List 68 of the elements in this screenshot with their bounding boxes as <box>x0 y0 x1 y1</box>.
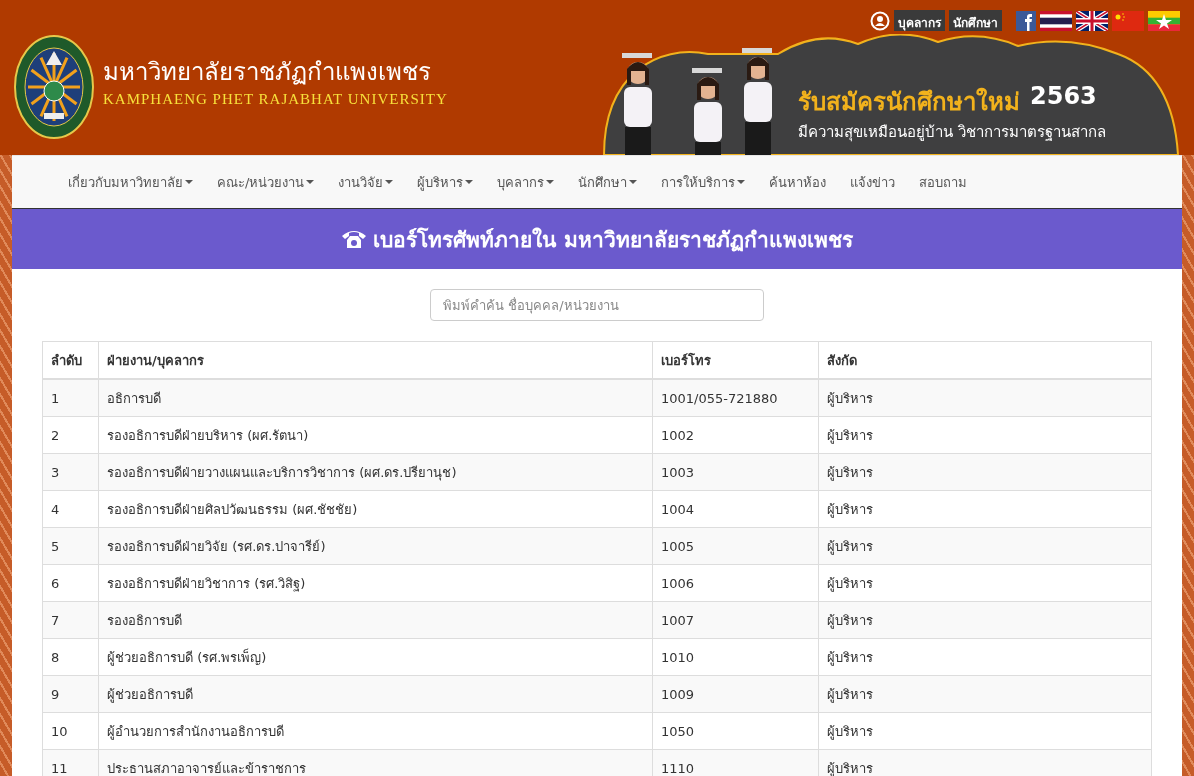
university-name: มหาวิทยาลัยราชภัฏกำแพงเพชร <box>103 57 432 88</box>
table-cell: รองอธิการบดีฝ่ายวิชาการ (รศ.วิสิฐ) <box>98 564 653 602</box>
table-cell: ผู้บริหาร <box>818 416 1152 454</box>
nav-menu-item[interactable]: งานวิจัย <box>326 156 406 208</box>
table-cell: 6 <box>42 564 99 602</box>
nav-menu-item[interactable]: แจ้งข่าว <box>838 156 908 208</box>
table-cell: 1001/055-721880 <box>652 379 819 417</box>
table-cell: 1006 <box>652 564 819 602</box>
banner-slogan: มีความสุขเหมือนอยู่บ้าน วิชาการมาตรฐานสากล <box>798 122 1106 144</box>
table-cell: 1050 <box>652 712 819 750</box>
table-cell: ผู้บริหาร <box>818 564 1152 602</box>
search-field[interactable]: พิมพ์คำค้น ชื่อบุคคล/หน่วยงาน <box>430 289 764 321</box>
nav-menu-item[interactable]: สอบถาม <box>907 156 980 208</box>
table-cell: 2 <box>42 416 99 454</box>
table-cell: 1 <box>42 379 99 417</box>
banner-headline: รับสมัครนักศึกษาใหม่ <box>798 86 1020 118</box>
university-emblem-icon <box>14 35 94 139</box>
table-cell: ผู้บริหาร <box>818 638 1152 676</box>
table-cell: รองอธิการบดีฝ่ายวิจัย (รศ.ดร.ปาจารีย์) <box>98 527 653 565</box>
table-cell: 4 <box>42 490 99 528</box>
table-cell: 1005 <box>652 527 819 565</box>
table-cell: 1003 <box>652 453 819 491</box>
table-cell: 3 <box>42 453 99 491</box>
table-cell: ผู้บริหาร <box>818 527 1152 565</box>
table-cell: 10 <box>42 712 99 750</box>
table-cell: 1010 <box>652 638 819 676</box>
facebook-icon[interactable] <box>1016 10 1036 31</box>
table-cell: รองอธิการบดีฝ่ายศิลปวัฒนธรรม (ผศ.ชัชชัย) <box>98 490 653 528</box>
top-link-button[interactable]: บุคลากร <box>894 10 945 31</box>
table-cell: รองอธิการบดีฝ่ายวางแผนและบริการวิชาการ (ผศ.ดร.ปรียานุช) <box>98 453 653 491</box>
table-cell: ผู้ช่วยอธิการบดี <box>98 675 653 713</box>
table-cell: ผู้บริหาร <box>818 490 1152 528</box>
table-cell: 8 <box>42 638 99 676</box>
table-cell: อธิการบดี <box>98 379 653 417</box>
table-cell: รองอธิการบดี <box>98 601 653 639</box>
nav-menu-item[interactable]: ผู้บริหาร <box>405 156 486 208</box>
banner-year: 2563 <box>1030 82 1097 112</box>
phone-icon <box>341 228 368 250</box>
table-cell: ผู้ช่วยอธิการบดี (รศ.พรเพ็ญ) <box>98 638 653 676</box>
nav-menu-item[interactable]: เกี่ยวกับมหาวิทยาลัย <box>56 156 205 208</box>
table-cell: 1004 <box>652 490 819 528</box>
china-flag-icon[interactable] <box>1112 10 1144 31</box>
table-cell: ผู้อำนวยการสำนักงานอธิการบดี <box>98 712 653 750</box>
table-cell: 5 <box>42 527 99 565</box>
table-cell: 9 <box>42 675 99 713</box>
nav-menu-item[interactable]: นักศึกษา <box>566 156 650 208</box>
table-cell: รองอธิการบดีฝ่ายบริหาร (ผศ.รัตนา) <box>98 416 653 454</box>
user-icon[interactable] <box>870 10 890 31</box>
table-cell: 11 <box>42 749 99 776</box>
table-cell: 1009 <box>652 675 819 713</box>
table-cell: 1007 <box>652 601 819 639</box>
table-cell: 7 <box>42 601 99 639</box>
nav-menu-item[interactable]: บุคลากร <box>485 156 567 208</box>
table-cell: 1002 <box>652 416 819 454</box>
page-title: เบอร์โทรศัพท์ภายใน มหาวิทยาลัยราชภัฏกำแพงเพชร <box>373 226 853 254</box>
myanmar-flag-icon[interactable] <box>1148 10 1180 31</box>
thai-flag-icon[interactable] <box>1040 10 1072 31</box>
uk-flag-icon[interactable] <box>1076 10 1108 31</box>
top-link-button[interactable]: นักศึกษา <box>949 10 1002 31</box>
table-cell: ผู้บริหาร <box>818 379 1152 417</box>
table-cell: ผู้บริหาร <box>818 675 1152 713</box>
table-cell: ผู้บริหาร <box>818 712 1152 750</box>
table-cell: ผู้บริหาร <box>818 453 1152 491</box>
table-cell: ผู้บริหาร <box>818 601 1152 639</box>
university-name-english: KAMPHAENG PHET RAJABHAT UNIVERSITY <box>103 91 448 108</box>
nav-menu-item[interactable]: การให้บริการ <box>649 156 758 208</box>
nav-menu-item[interactable]: ค้นหาห้อง <box>757 156 839 208</box>
nav-menu-item[interactable]: คณะ/หน่วยงาน <box>205 156 327 208</box>
